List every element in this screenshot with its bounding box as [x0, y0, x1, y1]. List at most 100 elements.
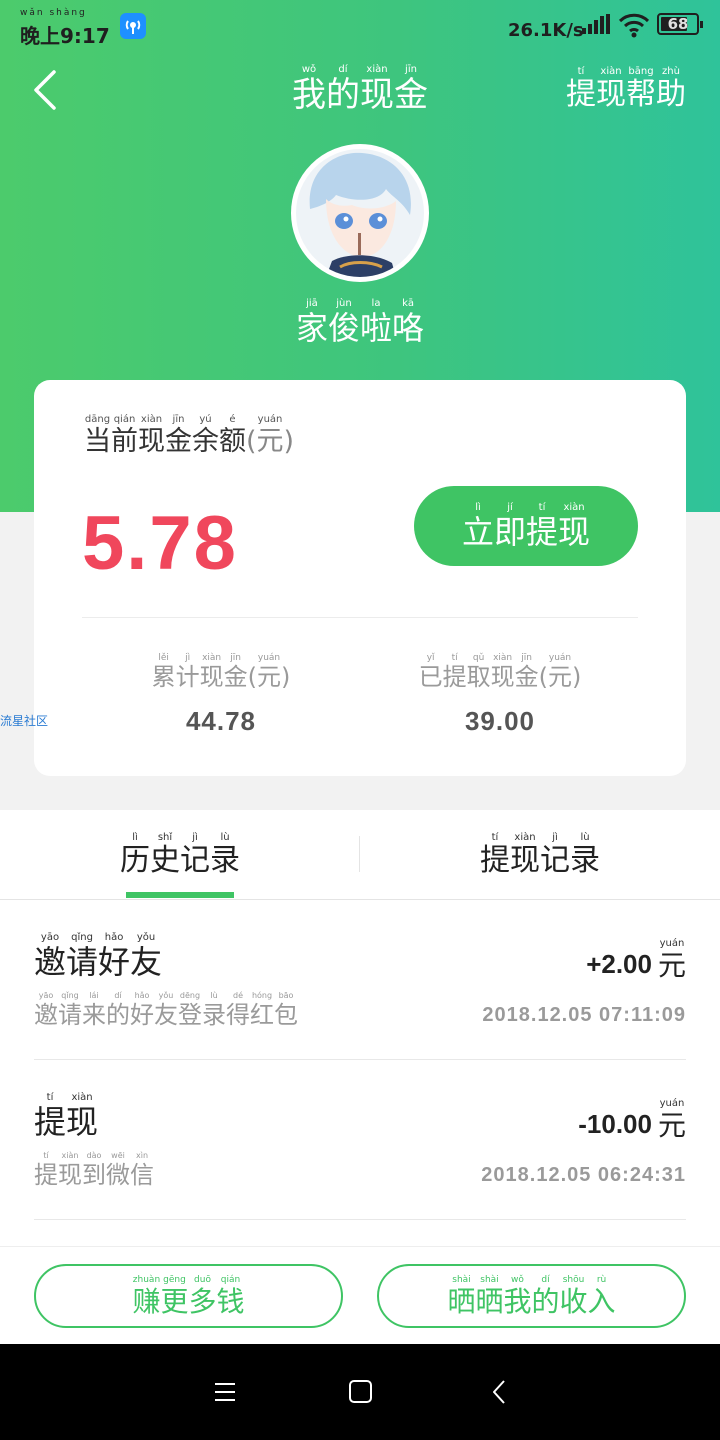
hanzi: 更 — [160, 1284, 189, 1318]
list-item[interactable]: yāo 邀 qǐng 请 hǎo 好 yǒu 友 yāo 邀 qǐng 请 lái 来 dí 的 hǎo 好 yǒ… — [34, 900, 686, 1060]
record-description: yāo 邀 qǐng 请 lái 来 dí 的 hǎo 好 yǒu 友 dēng 登 lù 录 dé 得 hóng 红… — [34, 990, 298, 1030]
ruby-char: wǒ 我 — [503, 1274, 531, 1318]
hanzi: 现 — [558, 512, 591, 551]
tab-history-records[interactable]: lì 历 shǐ 史 jì 记 lù 录 — [0, 832, 360, 879]
pinyin: dāng — [84, 414, 111, 425]
ruby-char: qǔ 取 — [467, 652, 491, 692]
current-balance-label-text: dāng 当 qián 前 xiàn 现 jīn 金 yú 余 é 额 — [84, 414, 246, 457]
list-divider — [34, 1219, 686, 1220]
hanzi: 友 — [154, 1001, 178, 1029]
network-speed: 26.1K/s — [508, 20, 584, 41]
hanzi: 请 — [66, 943, 99, 981]
watermark: 流星社区 — [0, 714, 49, 728]
ruby-char: xiàn 现 — [491, 652, 515, 692]
ruby-char: jì 计 — [176, 652, 200, 692]
ruby-char: wǒ 我 — [292, 64, 326, 115]
ruby-char: yǒu 友 — [130, 932, 162, 981]
hanzi: 入 — [587, 1284, 616, 1318]
ruby-char: gēng 更 — [160, 1274, 188, 1318]
hanzi: 元 — [256, 426, 284, 457]
ruby-char: yuán 元 — [548, 652, 572, 692]
pinyin: xiàn — [563, 501, 585, 513]
hanzi: 收 — [559, 1284, 588, 1318]
ruby-char: jīn 金 — [515, 652, 539, 692]
home-button[interactable] — [342, 1374, 378, 1410]
ruby-char: la 啦 — [360, 298, 392, 347]
tab-withdraw-records[interactable]: tí 提 xiàn 现 jì 记 lù 录 — [360, 832, 720, 879]
ruby-char: dào 到 — [82, 1150, 106, 1190]
back-triangle-icon — [493, 1380, 505, 1404]
hanzi: 立 — [461, 512, 494, 551]
ruby-char: qǐng 请 — [66, 932, 98, 981]
ruby-char: hǎo 好 — [130, 990, 154, 1030]
ruby-char: dí 的 — [326, 64, 360, 115]
pinyin — [250, 414, 253, 426]
ruby-char: yuán 元 — [658, 1098, 686, 1142]
record-amount-value: -10.00 — [578, 1109, 652, 1140]
ruby-char: kā 咯 — [392, 298, 424, 347]
ruby-char: wēi 微 — [106, 1150, 130, 1190]
hanzi: 助 — [656, 77, 686, 112]
ruby-char: lù 录 — [210, 832, 240, 879]
ruby-char: yuán 元 — [257, 652, 281, 692]
pinyin: jí — [507, 501, 513, 513]
card-divider — [82, 617, 638, 618]
hanzi: ( — [246, 426, 257, 457]
hanzi: 记 — [540, 843, 570, 878]
withdraw-help-link[interactable]: tí 提 xiàn 现 bāng 帮 zhù 助 — [566, 66, 686, 113]
avatar[interactable] — [291, 144, 429, 282]
hanzi: 历 — [120, 843, 150, 878]
hanzi: 录 — [210, 843, 240, 878]
username: jiā 家 jùn 俊 la 啦 kā 咯 — [0, 298, 720, 347]
ruby-char: lái 来 — [82, 990, 106, 1030]
hanzi: 我 — [292, 75, 326, 115]
hanzi: ) — [572, 663, 582, 691]
ruby-char: dí 的 — [106, 990, 130, 1030]
hanzi: 现 — [138, 426, 165, 457]
hanzi: 红 — [250, 1001, 274, 1029]
current-balance-value: 5.78 — [82, 501, 238, 586]
withdraw-now-button[interactable]: lì 立 jí 即 tí 提 xiàn 现 — [414, 486, 638, 566]
ruby-char: yú 余 — [192, 414, 219, 457]
pinyin — [287, 414, 290, 426]
hanzi: 邀 — [34, 943, 67, 981]
total-cash-label: lěi 累 jì 计 xiàn 现 jīn 金 (yuán 元 ) — [152, 652, 291, 692]
system-navigation-bar — [0, 1344, 720, 1440]
record-time: 2018.12.05 07:11:09 — [482, 1004, 686, 1026]
status-time-pinyin: wǎn shàng — [20, 8, 87, 18]
hanzi: 录 — [202, 1001, 226, 1029]
pinyin: yú — [199, 414, 212, 425]
ruby-char: xiàn 现 — [66, 1092, 98, 1141]
ruby-char: rù 入 — [588, 1274, 616, 1318]
record-list[interactable]: yāo 邀 qǐng 请 hǎo 好 yǒu 友 yāo 邀 qǐng 请 lái 来 dí 的 hǎo 好 yǒ… — [0, 900, 720, 1246]
share-income-button[interactable]: shài 晒 shài 晒 wǒ 我 dí 的 shōu 收 rù 入 — [377, 1264, 686, 1328]
earn-more-button[interactable]: zhuàn 赚 gēng 更 duō 多 qián 钱 — [34, 1264, 343, 1328]
hanzi: 现 — [66, 1103, 99, 1141]
hanzi: 家 — [295, 309, 328, 347]
record-amount: -10.00 yuán 元 — [578, 1098, 686, 1142]
ruby-char: shài 晒 — [447, 1274, 475, 1318]
hanzi: ( — [538, 663, 548, 691]
hanzi: 计 — [175, 663, 200, 691]
ruby-char: bāo 包 — [274, 990, 298, 1030]
ruby-char: yuán 元 — [257, 414, 284, 457]
menu-button[interactable] — [207, 1374, 243, 1410]
ruby-char: zhù 助 — [656, 66, 686, 113]
list-item[interactable]: tí 提 xiàn 现 tí 提 xiàn 现 dào 到 wēi 微 xìn 信 -10.00 yuá… — [34, 1060, 686, 1220]
ruby-char: ( — [539, 652, 548, 692]
ruby-char: qián 钱 — [217, 1274, 245, 1318]
ruby-char: tí 提 — [443, 652, 467, 692]
withdrawn-cash-stat: yǐ 已 tí 提 qǔ 取 xiàn 现 jīn 金 (yuán 元 ) 39.00 — [370, 652, 630, 737]
ruby-char: jùn 俊 — [328, 298, 360, 347]
hanzi: 咯 — [392, 309, 425, 347]
balance-card: dāng 当 qián 前 xiàn 现 jīn 金 yú 余 é 额 (yuán 元 ) 5.78 l… — [34, 380, 686, 776]
ruby-char: ( — [248, 652, 257, 692]
hanzi: 晒 — [447, 1284, 476, 1318]
hanzi: 钱 — [216, 1284, 245, 1318]
hanzi: 额 — [219, 426, 246, 457]
system-back-button[interactable] — [482, 1374, 518, 1410]
withdrawn-cash-value: 39.00 — [464, 705, 536, 736]
record-description: tí 提 xiàn 现 dào 到 wēi 微 xìn 信 — [34, 1150, 154, 1190]
ruby-char: xìn 信 — [130, 1150, 154, 1190]
hanzi: 录 — [570, 843, 600, 878]
